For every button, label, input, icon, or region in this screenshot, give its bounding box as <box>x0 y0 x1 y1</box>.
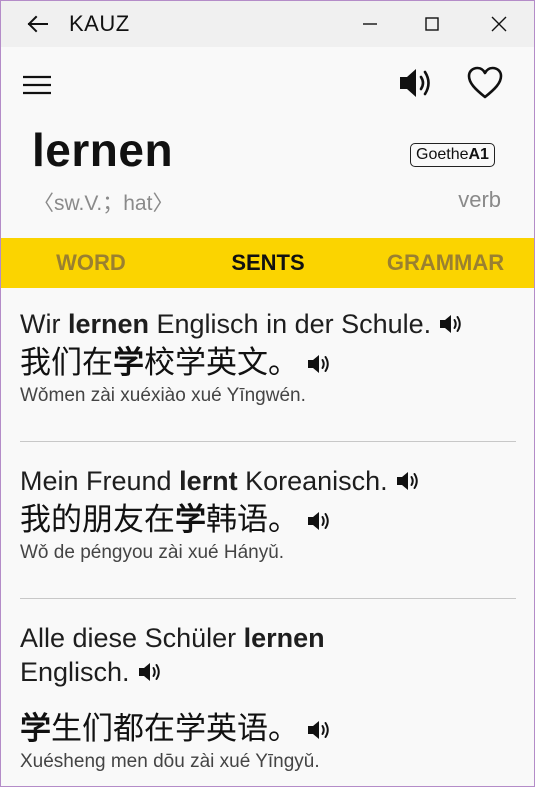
title-bar: KAUZ <box>1 1 534 47</box>
window-title: KAUZ <box>69 11 130 36</box>
speaker-icon[interactable] <box>136 659 166 685</box>
badge-level: A1 <box>468 146 489 163</box>
zh-text: 韩语。 <box>206 502 299 537</box>
pinyin: Wǒ de péngyou zài xué Hányǔ. <box>20 542 285 563</box>
tab-word[interactable]: WORD <box>41 238 141 288</box>
maximize-icon[interactable] <box>417 9 447 39</box>
favorite-heart-icon[interactable] <box>465 65 505 101</box>
pinyin: Wǒmen zài xuéxiào xué Yīngwén. <box>20 385 306 406</box>
german-sentence: Wir lernen Englisch in der Schule. <box>20 307 520 341</box>
part-of-speech: verb <box>458 187 501 212</box>
chinese-sentence: 我的朋友在学韩语。 <box>20 500 520 540</box>
sentence-item-cont: 学生们都在学英语。 Xuésheng men dōu zài xué Yīngy… <box>20 709 520 775</box>
divider <box>20 598 516 599</box>
close-icon[interactable] <box>484 9 514 39</box>
german-sentence: Mein Freund lernt Koreanisch. <box>20 464 520 498</box>
zh-text: 我们在 <box>20 345 113 380</box>
speaker-icon[interactable] <box>437 311 467 337</box>
zh-keyword: 学 <box>175 502 206 537</box>
zh-keyword: 学 <box>113 345 144 380</box>
pinyin: Xuésheng men dōu zài xué Yīngyǔ. <box>20 751 320 772</box>
tab-bar: WORD SENTS GRAMMAR <box>1 238 534 288</box>
speaker-icon[interactable] <box>394 468 424 494</box>
divider <box>20 441 516 442</box>
speaker-icon[interactable] <box>305 347 335 373</box>
sentence-item: Alle diese Schüler lernen Englisch. <box>20 621 380 689</box>
de-text: Englisch in der Schule. <box>149 309 432 339</box>
app-window: KAUZ lernen GoetheA1 〈sw.V.；hat〉 verb WO… <box>0 0 535 787</box>
chinese-sentence: 我们在学校学英文。 <box>20 343 520 383</box>
sentence-item: Wir lernen Englisch in der Schule. 我们在学校… <box>20 307 520 409</box>
zh-text: 校学英文。 <box>144 345 299 380</box>
zh-text: 我的朋友在 <box>20 502 175 537</box>
de-keyword: lernen <box>243 623 325 653</box>
zh-text: 生们都在学英语。 <box>51 711 299 746</box>
speaker-icon[interactable] <box>305 504 335 530</box>
headword: lernen <box>32 124 174 176</box>
de-text: Mein Freund <box>20 466 180 496</box>
de-text: Wir <box>20 309 68 339</box>
badge-prefix: Goethe <box>416 146 469 163</box>
speaker-icon[interactable] <box>395 63 437 103</box>
de-text: Koreanisch. <box>237 466 388 496</box>
level-badge: GoetheA1 <box>410 143 495 167</box>
tab-grammar[interactable]: GRAMMAR <box>373 238 518 288</box>
de-keyword: lernt <box>179 466 238 496</box>
de-keyword: lernen <box>67 309 150 339</box>
tab-sents[interactable]: SENTS <box>218 238 318 288</box>
speaker-icon[interactable] <box>305 713 335 739</box>
back-arrow-icon[interactable] <box>23 9 53 39</box>
de-text: Alle diese Schüler <box>20 623 244 653</box>
sentence-item: Mein Freund lernt Koreanisch. 我的朋友在学韩语。 … <box>20 464 520 566</box>
menu-icon[interactable] <box>21 71 55 101</box>
grammar-info: 〈sw.V.；hat〉 <box>33 192 174 215</box>
german-sentence: Alle diese Schüler lernen Englisch. <box>20 621 380 689</box>
de-text: Englisch. <box>20 657 130 687</box>
zh-keyword: 学 <box>20 711 51 746</box>
minimize-icon[interactable] <box>355 9 385 39</box>
chinese-sentence: 学生们都在学英语。 <box>20 709 520 749</box>
